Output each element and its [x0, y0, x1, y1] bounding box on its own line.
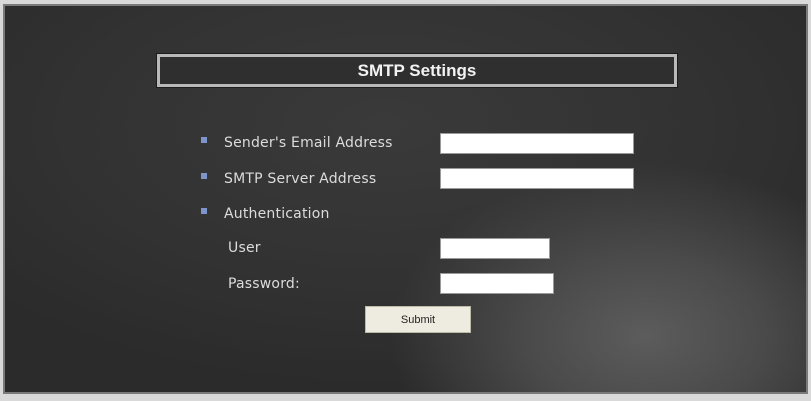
bullet-icon [201, 137, 207, 143]
title-bar: SMTP Settings [156, 53, 678, 88]
smtp-server-input[interactable] [440, 168, 634, 189]
sender-email-label: Sender's Email Address [224, 135, 393, 151]
smtp-settings-panel: SMTP Settings Sender's Email Address SMT… [3, 4, 808, 394]
user-label: User [228, 240, 261, 256]
password-label: Password: [228, 276, 300, 292]
user-input[interactable] [440, 238, 550, 259]
bullet-icon [201, 173, 207, 179]
authentication-label: Authentication [224, 206, 330, 222]
password-input[interactable] [440, 273, 554, 294]
window-frame: SMTP Settings Sender's Email Address SMT… [0, 0, 811, 401]
sender-email-input[interactable] [440, 133, 634, 154]
smtp-server-label: SMTP Server Address [224, 171, 377, 187]
submit-button[interactable]: Submit [365, 306, 471, 333]
page-title: SMTP Settings [357, 61, 477, 80]
bullet-icon [201, 208, 207, 214]
